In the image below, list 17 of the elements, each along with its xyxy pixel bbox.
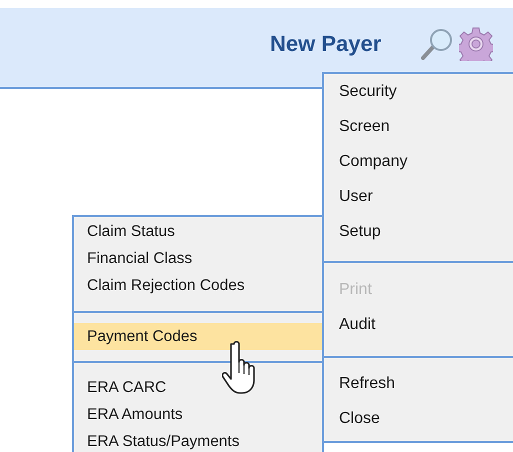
menu-item[interactable]: Security bbox=[324, 74, 513, 109]
submenu-item[interactable]: Claim Status bbox=[74, 218, 322, 245]
menu-item[interactable]: Setup bbox=[324, 214, 513, 249]
submenu-item[interactable]: ERA Amounts bbox=[74, 401, 322, 428]
menu-item[interactable]: Close bbox=[324, 401, 513, 436]
submenu-item[interactable]: ERA CARC bbox=[74, 374, 322, 401]
page-title: New Payer bbox=[270, 30, 382, 56]
menu-item[interactable]: User bbox=[324, 179, 513, 214]
menu-item[interactable]: Company bbox=[324, 144, 513, 179]
menu-item[interactable]: Screen bbox=[324, 109, 513, 144]
submenu-item[interactable]: Payment Codes bbox=[74, 323, 322, 350]
menu-item[interactable]: Audit bbox=[324, 307, 513, 342]
submenu-item[interactable]: ERA Status/Payments bbox=[74, 428, 322, 452]
menu-item[interactable]: Refresh bbox=[324, 366, 513, 401]
submenu-item[interactable]: Claim Rejection Codes bbox=[74, 272, 322, 299]
settings-icon[interactable] bbox=[459, 26, 494, 60]
submenu-item[interactable]: Financial Class bbox=[74, 245, 322, 272]
